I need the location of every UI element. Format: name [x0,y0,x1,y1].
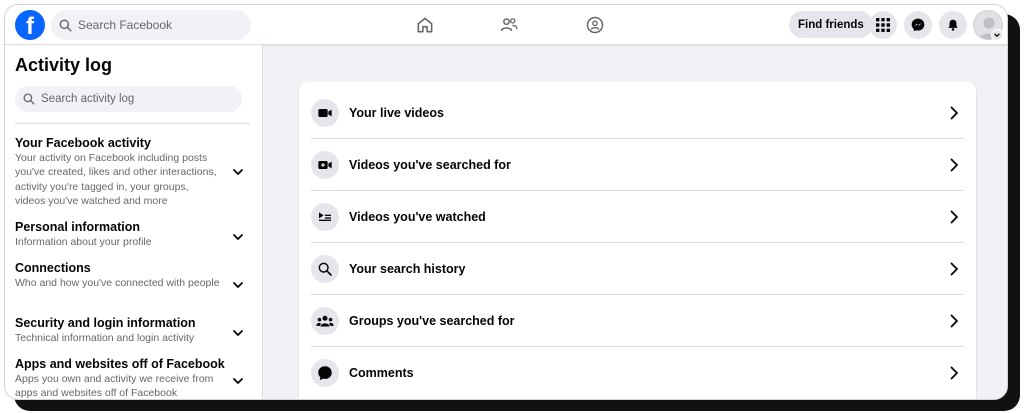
section-your-facebook-activity[interactable]: Your Facebook activity Your activity on … [15,135,245,208]
list-item-label: Videos you've watched [349,209,486,224]
activity-categories-panel: Your live videos Videos you've searched … [299,82,976,399]
chevron-right-icon [946,261,962,277]
chevron-right-icon [946,105,962,121]
search-icon [23,93,35,105]
search-icon [59,18,72,32]
home-icon[interactable] [413,13,437,37]
section-title: Personal information [15,220,141,234]
activity-log-search-input[interactable] [41,93,231,105]
groups-icon[interactable] [583,13,607,37]
page-title: Activity log [15,55,113,75]
menu-grid-icon[interactable] [869,11,897,39]
account-menu-chevron-icon[interactable] [991,29,1003,41]
video-search-icon [311,150,339,179]
section-description: Information about your profile [15,236,152,248]
chevron-down-icon[interactable] [231,230,245,244]
divider [15,123,250,124]
chevron-right-icon [946,157,962,173]
section-description: Who and how you've connected with people [15,277,220,289]
find-friends-button[interactable]: Find friends [789,11,873,38]
list-item-groups-searched[interactable]: Groups you've searched for [311,295,964,347]
top-navigation-bar: f Find friends [5,5,1007,45]
section-description: Technical information and login activity [15,332,195,344]
video-playlist-icon [311,202,339,231]
section-connections[interactable]: Connections Who and how you've connected… [15,260,245,290]
section-description: Apps you own and activity we receive fro… [15,373,214,400]
section-title: Security and login information [15,316,196,330]
comment-icon [311,359,339,387]
groups-icon [311,306,339,335]
activity-log-sidebar: Activity log Your Facebook activity Your… [5,45,263,400]
chevron-right-icon [946,313,962,329]
section-security-and-login[interactable]: Security and login information Technical… [15,315,245,345]
activity-log-search-box[interactable] [15,86,242,112]
list-item-videos-watched[interactable]: Videos you've watched [311,191,964,243]
list-item-label: Your search history [349,261,466,276]
facebook-search-input[interactable] [78,18,238,32]
section-personal-information[interactable]: Personal information Information about y… [15,219,245,249]
list-item-label: Groups you've searched for [349,313,515,328]
search-icon [311,254,339,283]
browser-window: f Find friends [4,4,1008,400]
list-item-videos-searched[interactable]: Videos you've searched for [311,139,964,191]
section-title: Connections [15,261,91,275]
messenger-icon[interactable] [904,11,932,39]
chevron-down-icon[interactable] [231,374,245,388]
section-title: Apps and websites off of Facebook [15,357,225,371]
chevron-right-icon [946,209,962,225]
list-item-label: Comments [349,366,414,380]
friends-icon[interactable] [497,13,521,37]
chevron-down-icon[interactable] [231,326,245,340]
section-description: Your activity on Facebook including post… [15,152,217,207]
facebook-search-box[interactable] [51,10,251,40]
live-video-icon [311,98,339,127]
list-item-search-history[interactable]: Your search history [311,243,964,295]
notifications-bell-icon[interactable] [939,11,967,39]
section-apps-and-websites[interactable]: Apps and websites off of Facebook Apps y… [15,356,245,400]
section-title: Your Facebook activity [15,136,151,150]
chevron-right-icon [946,365,962,381]
chevron-down-icon[interactable] [231,278,245,292]
chevron-down-icon[interactable] [231,165,245,179]
facebook-logo[interactable]: f [15,10,45,40]
list-item-label: Your live videos [349,105,444,120]
list-item-your-live-videos[interactable]: Your live videos [311,87,964,139]
list-item-comments[interactable]: Comments [311,347,964,399]
list-item-label: Videos you've searched for [349,157,511,172]
